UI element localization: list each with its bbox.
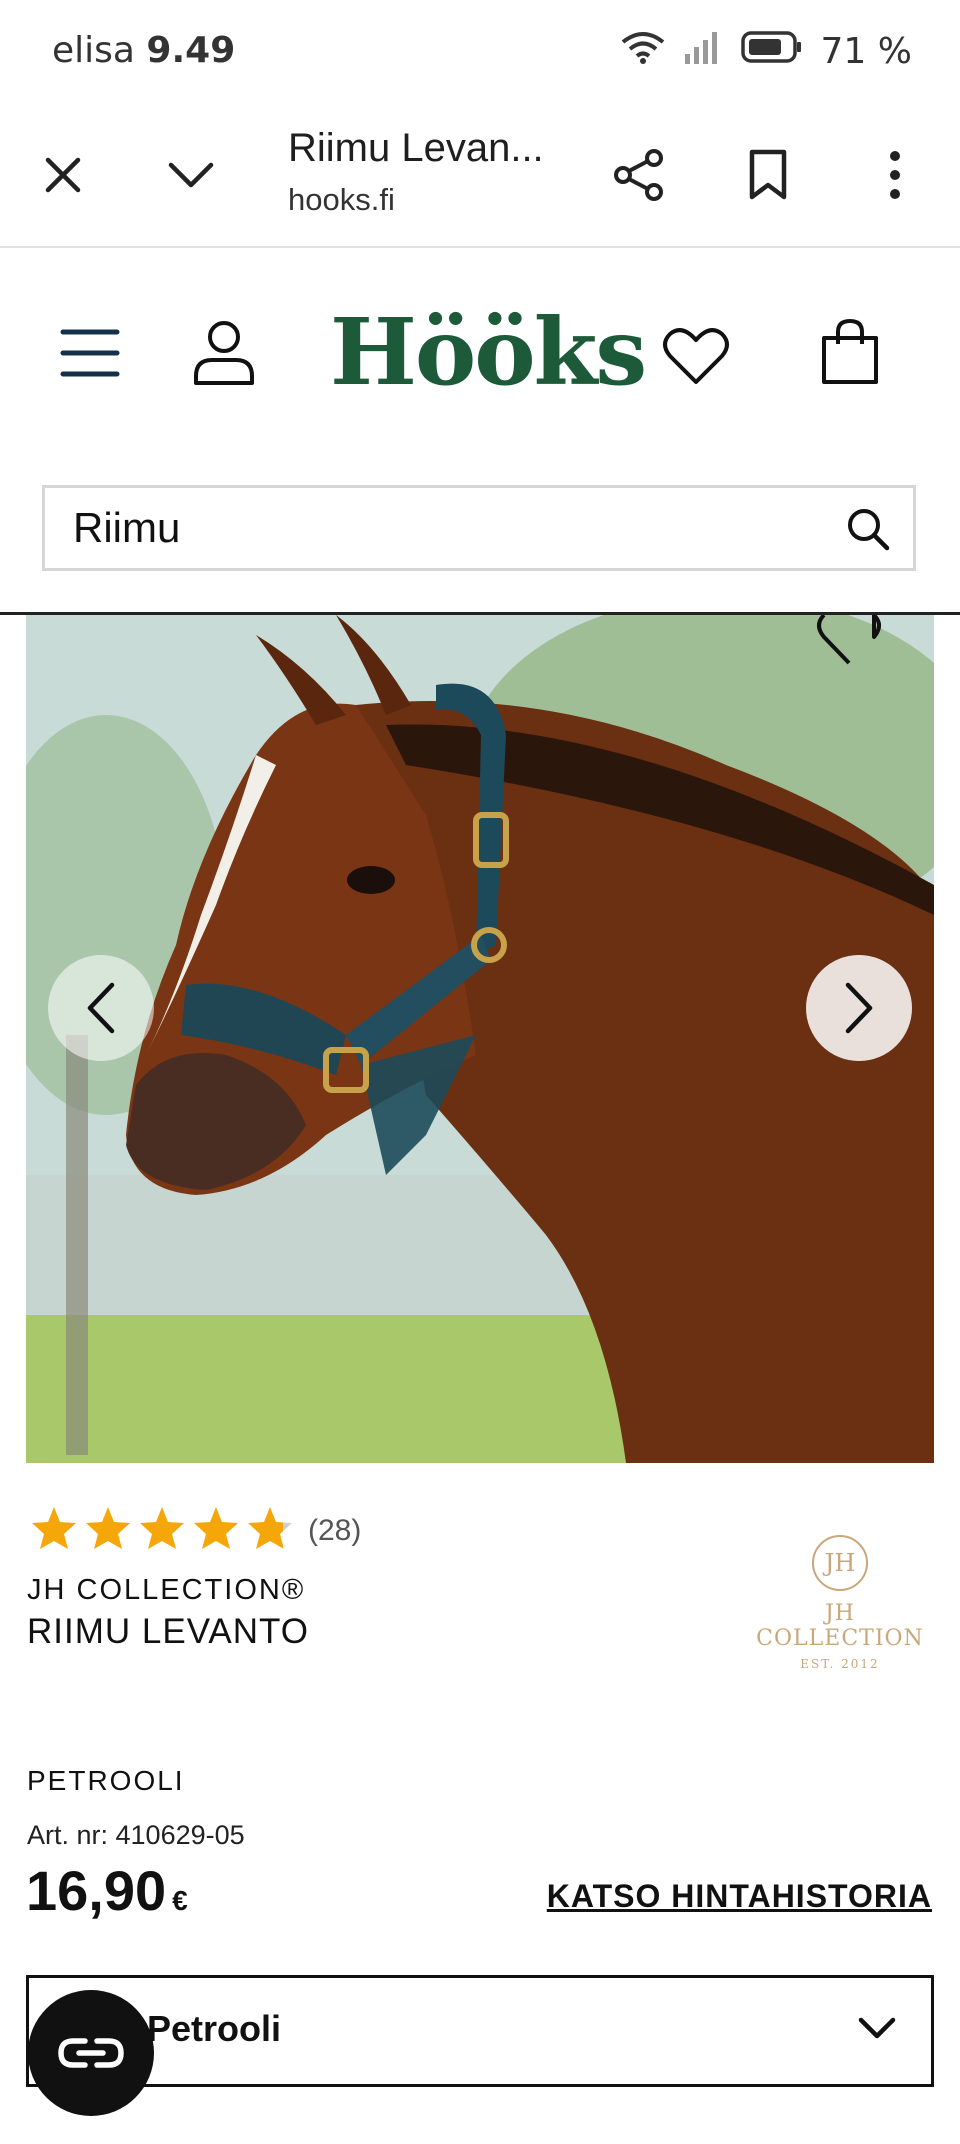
chevron-right-icon [845,982,873,1034]
floating-chat-button[interactable] [28,1990,154,2116]
close-icon [45,157,81,193]
product-photo-horse [26,615,934,1463]
chevron-down-icon [168,162,214,188]
browser-toolbar: Riimu Levan... hooks.fi [0,110,960,248]
shopping-bag-icon [822,318,878,384]
price-value: 16,90 [26,1859,167,1922]
status-carrier-time: elisa 9.49 [52,30,235,71]
cart-button[interactable] [820,318,880,386]
star-icon [30,1505,78,1556]
search-icon [848,509,890,551]
more-vertical-icon [890,151,900,199]
link-icon [58,2038,124,2068]
price-history-link[interactable]: KATSO HINTAHISTORIA [547,1878,932,1915]
star-icon [138,1505,186,1556]
product-price: 16,90 € [26,1858,188,1923]
star-partial-icon [246,1505,294,1556]
chevron-left-icon [87,982,115,1034]
battery-icon [740,30,803,73]
share-icon [614,149,663,201]
minimize-button[interactable] [156,140,226,210]
product-rating[interactable]: (28) [30,1505,361,1556]
brand-logo-est: EST. 2012 [800,1657,880,1671]
battery-percent: 71 % [820,31,912,72]
product-image-carousel[interactable] [26,615,934,1463]
status-bar: elisa 9.49 71 % [0,0,960,110]
carousel-prev-button[interactable] [48,955,154,1061]
share-button[interactable] [604,140,674,210]
rating-count[interactable]: (28) [308,1514,361,1548]
more-options-button[interactable] [860,140,930,210]
wifi-icon [621,30,665,73]
bookmark-button[interactable] [733,140,803,210]
wishlist-button[interactable] [662,326,730,386]
carrier-label: elisa [52,30,135,71]
product-brand[interactable]: JH COLLECTION® [27,1574,305,1607]
search-query[interactable]: Riimu [73,504,180,552]
bookmark-icon [749,149,787,200]
heart-icon [817,615,881,665]
site-header: Hööks [0,250,960,460]
signal-icon [683,30,723,73]
page-title[interactable]: Riimu Levan... [288,126,544,171]
article-number: Art. nr: 410629-05 [27,1820,245,1850]
chevron-down-icon [857,2016,897,2047]
color-name: PETROOLI [27,1765,185,1796]
product-name: RIIMU LEVANTO [27,1612,310,1651]
status-indicators: 71 % [621,30,912,73]
clock: 9.49 [146,30,236,71]
variant-select[interactable]: Petrooli [26,1975,934,2087]
star-icon [192,1505,240,1556]
user-icon [194,321,254,385]
brand-logo[interactable]: JH JH COLLECTION EST. 2012 [740,1535,940,1671]
product-favorite-button[interactable] [814,615,884,672]
price-currency: € [172,1885,188,1916]
search-submit-button[interactable] [845,506,891,557]
search-input[interactable]: Riimu [42,485,916,571]
variant-selected-value: Petrooli [147,2008,282,2049]
account-button[interactable] [192,320,256,386]
brand-logo-name: JH COLLECTION [756,1601,924,1651]
hamburger-menu-icon [60,329,120,377]
page-url[interactable]: hooks.fi [288,182,395,218]
carousel-next-button[interactable] [806,955,912,1061]
site-logo[interactable]: Hööks [330,298,647,406]
brand-monogram: JH [812,1535,868,1591]
star-icon [84,1505,132,1556]
close-tab-button[interactable] [28,140,98,210]
heart-icon [663,328,729,384]
menu-button[interactable] [60,328,120,378]
